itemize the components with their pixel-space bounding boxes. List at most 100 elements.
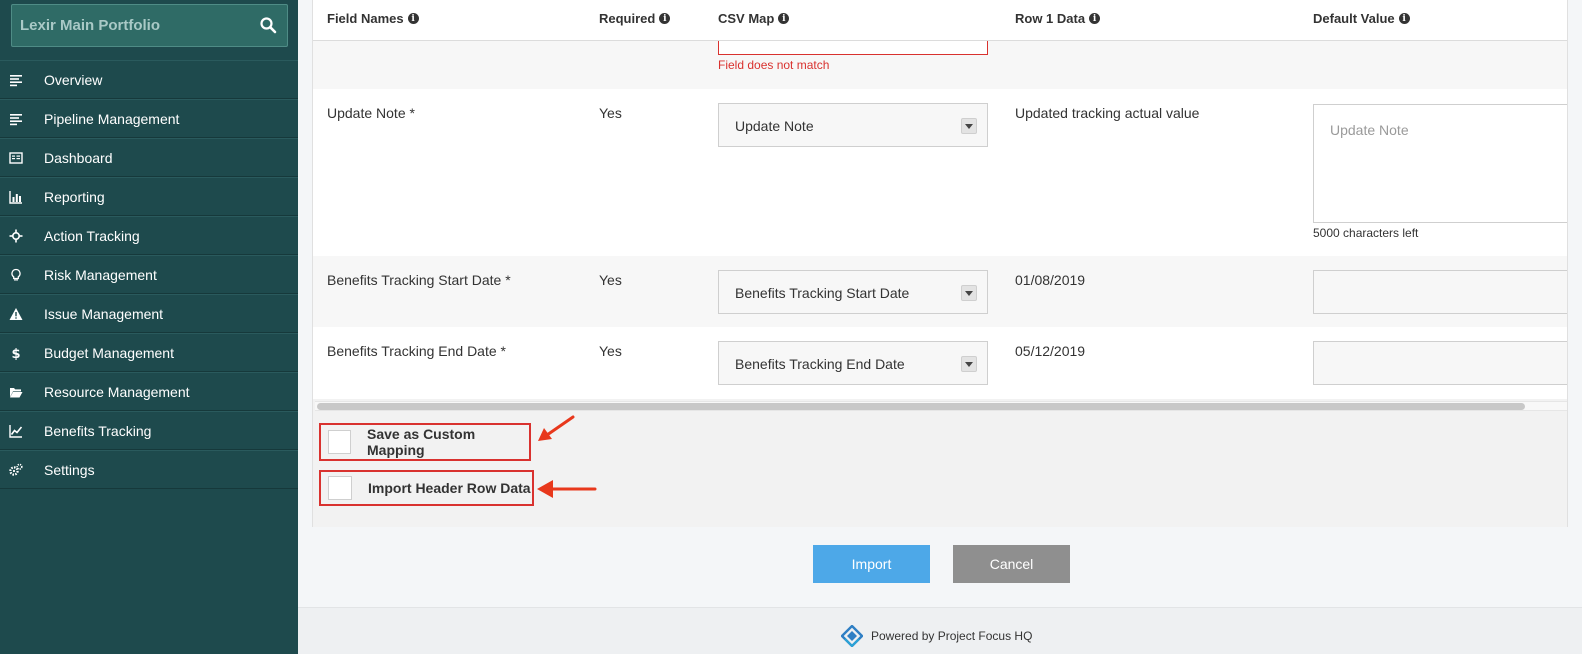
sidebar-item-label: Overview <box>44 71 103 88</box>
sidebar-item-label: Budget Management <box>44 344 174 361</box>
default-value-textarea[interactable]: Update Note <box>1313 104 1567 223</box>
sidebar-item-overview[interactable]: Overview <box>0 60 298 99</box>
sidebar-item-label: Settings <box>44 461 95 478</box>
sidebar-item-action-tracking[interactable]: Action Tracking <box>0 216 298 255</box>
header-field-names: Field Names i <box>327 11 419 26</box>
red-arrow-annotation <box>537 480 597 498</box>
portfolio-name: Lexir Main Portfolio <box>20 17 161 34</box>
line-chart-icon <box>0 424 44 438</box>
row1-data-value: 05/12/2019 <box>1015 343 1086 359</box>
header-required: Required i <box>599 11 671 26</box>
chevron-down-icon <box>961 285 977 301</box>
footer-text: Powered by Project Focus HQ <box>871 629 1033 643</box>
folder-open-icon <box>0 385 44 399</box>
select-value: Benefits Tracking Start Date <box>735 285 910 301</box>
info-icon[interactable]: i <box>1398 13 1410 24</box>
sidebar-item-label: Action Tracking <box>44 227 140 244</box>
default-date-input[interactable] <box>1313 341 1567 385</box>
header-label: Field Names <box>327 11 404 26</box>
table-row: Benefits Tracking End Date * Yes Benefit… <box>313 327 1567 399</box>
required-value: Yes <box>599 343 622 359</box>
header-csv-map: CSV Map i <box>718 11 790 26</box>
info-icon[interactable]: i <box>1089 13 1101 24</box>
crosshair-icon <box>0 229 44 243</box>
lightbulb-icon <box>0 268 44 282</box>
sidebar-item-label: Benefits Tracking <box>44 422 152 439</box>
characters-left: 5000 characters left <box>1313 226 1419 240</box>
header-label: Default Value <box>1313 11 1395 26</box>
sidebar-item-pipeline-management[interactable]: Pipeline Management <box>0 99 298 138</box>
footer-branding: Powered by Project Focus HQ <box>841 625 1032 647</box>
svg-text:$: $ <box>11 347 20 360</box>
list-icon <box>0 112 44 126</box>
save-custom-mapping-label: Save as Custom Mapping <box>367 426 476 458</box>
default-date-input[interactable] <box>1313 270 1567 314</box>
save-custom-mapping-option[interactable]: Save as Custom Mapping <box>319 423 531 461</box>
import-header-row-checkbox[interactable] <box>328 476 352 500</box>
sidebar-item-settings[interactable]: Settings <box>0 450 298 489</box>
header-row1-data: Row 1 Data i <box>1015 11 1101 26</box>
list-icon <box>0 73 44 87</box>
sidebar-item-label: Resource Management <box>44 383 190 400</box>
header-label: Row 1 Data <box>1015 11 1086 26</box>
main-content: Field Names i Required i CSV Map i Row 1… <box>298 0 1582 654</box>
gears-icon <box>0 463 44 477</box>
csv-map-select[interactable]: Update Note <box>718 103 988 147</box>
sidebar-item-label: Reporting <box>44 188 105 205</box>
table-row: Benefits Tracking Start Date * Yes Benef… <box>313 256 1567 327</box>
sidebar-item-label: Dashboard <box>44 149 113 166</box>
sidebar-item-label: Pipeline Management <box>44 110 180 127</box>
csv-map-select-error[interactable] <box>718 41 988 55</box>
required-value: Yes <box>599 272 622 288</box>
csv-map-select[interactable]: Benefits Tracking End Date <box>718 341 988 385</box>
sidebar-item-label: Risk Management <box>44 266 157 283</box>
table-header: Field Names i Required i CSV Map i Row 1… <box>313 0 1567 41</box>
field-error-message: Field does not match <box>718 58 830 72</box>
required-value: Yes <box>599 105 622 121</box>
horizontal-scrollbar[interactable] <box>315 401 1567 411</box>
scrollbar-thumb[interactable] <box>317 403 1525 410</box>
header-label: CSV Map <box>718 11 775 26</box>
sidebar-item-reporting[interactable]: Reporting <box>0 177 298 216</box>
sidebar-item-budget-management[interactable]: $ Budget Management <box>0 333 298 372</box>
info-icon[interactable]: i <box>407 13 419 24</box>
header-label: Required <box>599 11 656 26</box>
dollar-icon: $ <box>0 346 44 360</box>
table-row: Field does not match <box>313 41 1567 89</box>
row1-data-value: 01/08/2019 <box>1015 272 1086 288</box>
info-icon[interactable]: i <box>778 13 790 24</box>
header-default-value: Default Value i <box>1313 11 1410 26</box>
footer: Powered by Project Focus HQ <box>298 607 1582 654</box>
field-name: Benefits Tracking End Date * <box>327 343 506 359</box>
field-name: Benefits Tracking Start Date * <box>327 272 511 288</box>
red-arrow-annotation <box>538 415 575 441</box>
info-icon[interactable]: i <box>659 13 671 24</box>
mapping-panel: Field Names i Required i CSV Map i Row 1… <box>312 0 1568 527</box>
chevron-down-icon <box>961 356 977 372</box>
import-header-row-label: Import Header Row Data <box>368 480 531 496</box>
table-row: Update Note * Yes Update Note Updated tr… <box>313 89 1567 256</box>
import-header-row-option[interactable]: Import Header Row Data <box>319 470 534 506</box>
project-focus-logo-icon <box>841 625 863 647</box>
bar-chart-icon <box>0 190 44 204</box>
portfolio-selector[interactable]: Lexir Main Portfolio <box>11 4 288 47</box>
chevron-down-icon <box>961 118 977 134</box>
field-name: Update Note * <box>327 105 415 121</box>
row1-data-value: Updated tracking actual value <box>1015 105 1200 121</box>
select-value: Update Note <box>735 118 814 134</box>
sidebar-item-dashboard[interactable]: Dashboard <box>0 138 298 177</box>
csv-map-select[interactable]: Benefits Tracking Start Date <box>718 270 988 314</box>
warning-icon <box>0 307 44 321</box>
sidebar-item-issue-management[interactable]: Issue Management <box>0 294 298 333</box>
save-custom-mapping-checkbox[interactable] <box>328 430 352 454</box>
sidebar-item-benefits-tracking[interactable]: Benefits Tracking <box>0 411 298 450</box>
cancel-button[interactable]: Cancel <box>953 545 1070 583</box>
select-value: Benefits Tracking End Date <box>735 356 905 372</box>
search-icon[interactable] <box>259 16 277 34</box>
sidebar-item-label: Issue Management <box>44 305 164 322</box>
sidebar-item-risk-management[interactable]: Risk Management <box>0 255 298 294</box>
import-button[interactable]: Import <box>813 545 930 583</box>
sidebar: Lexir Main Portfolio Overview Pipeline M… <box>0 0 298 654</box>
sidebar-item-resource-management[interactable]: Resource Management <box>0 372 298 411</box>
sidebar-nav: Overview Pipeline Management Dashboard R… <box>0 60 298 489</box>
